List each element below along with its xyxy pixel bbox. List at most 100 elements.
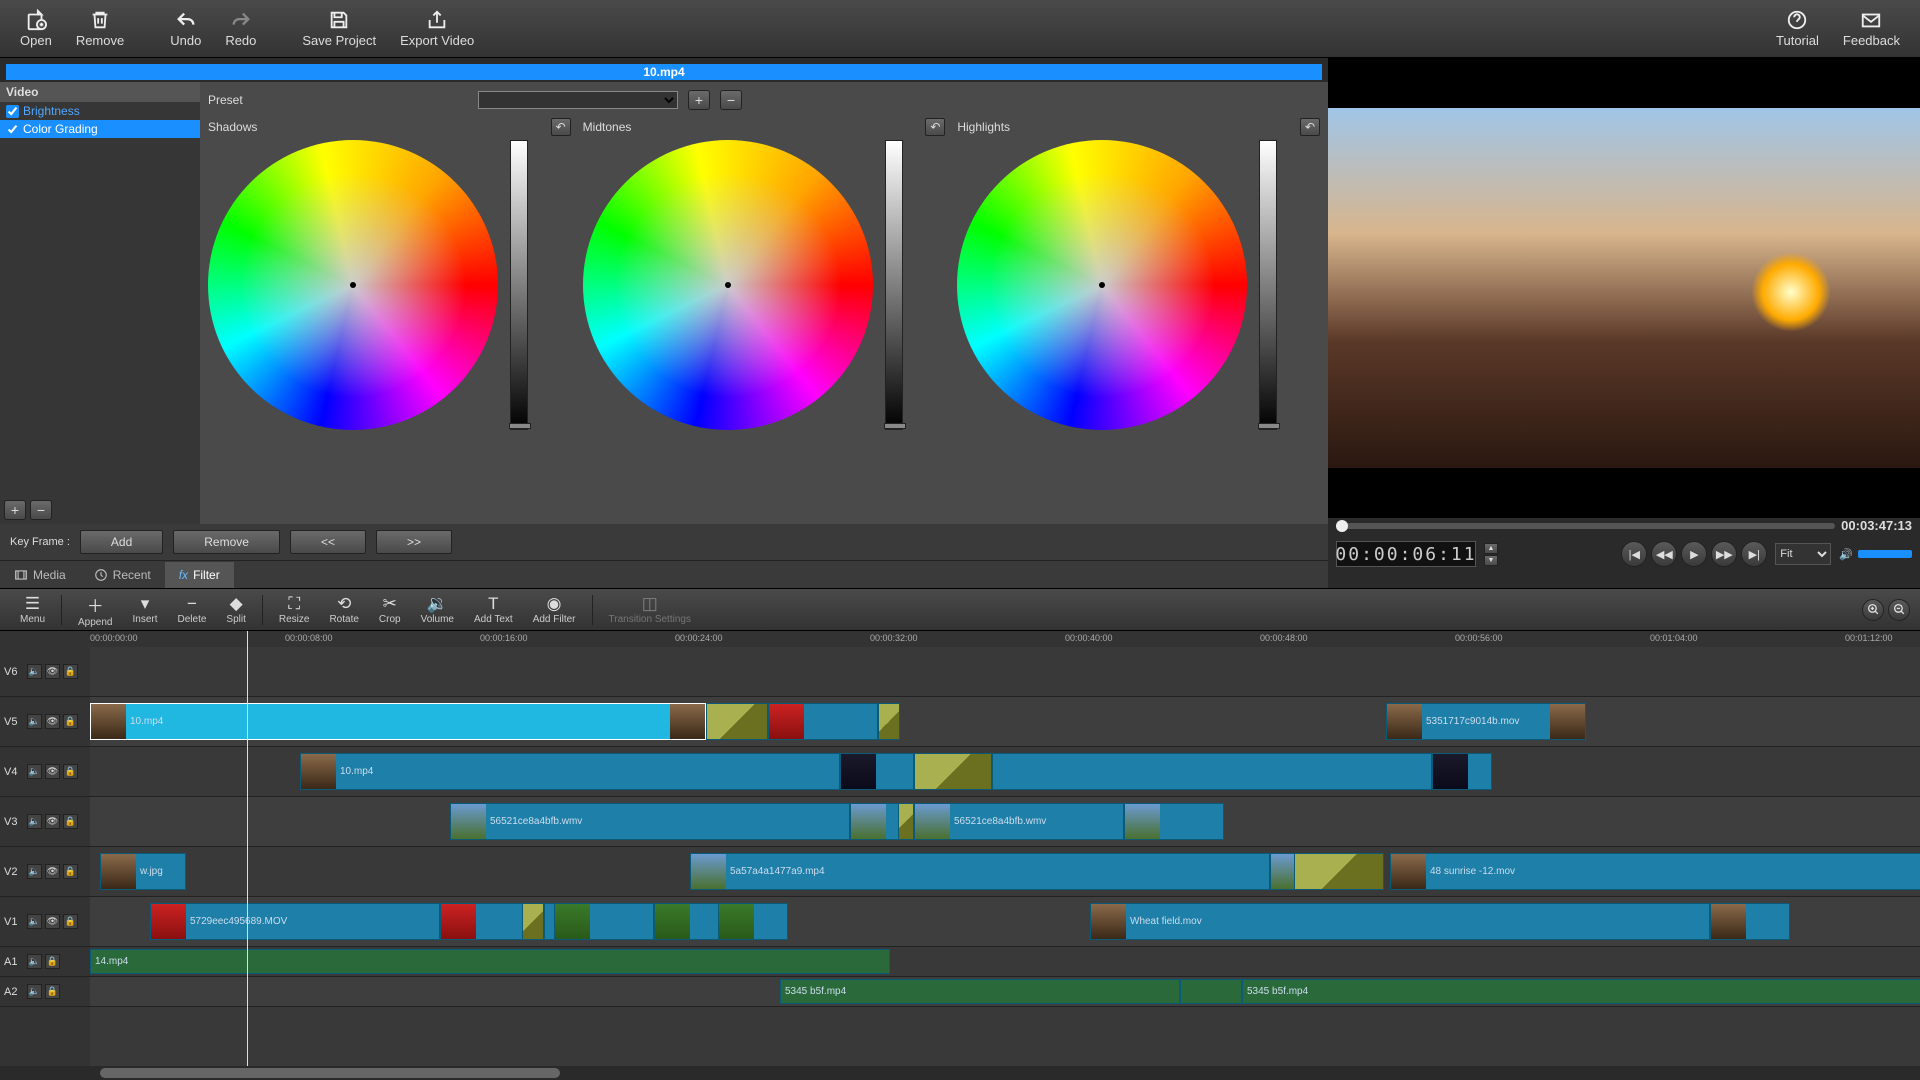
lock-icon[interactable]: 🔒 (63, 814, 78, 829)
add-effect-button[interactable]: + (4, 500, 26, 520)
eye-icon[interactable]: 👁 (45, 664, 60, 679)
track-a1[interactable]: 14.mp4 (90, 947, 1920, 977)
lock-icon[interactable]: 🔒 (63, 664, 78, 679)
midtones-wheel[interactable] (583, 140, 873, 430)
volume-button[interactable]: 🔉Volume (411, 592, 464, 627)
keyframe-remove-button[interactable]: Remove (173, 530, 280, 554)
undo-button[interactable]: Undo (162, 7, 209, 50)
track-v1[interactable]: 5729eec495689.MOV Wheat field.mov (90, 897, 1920, 947)
clip[interactable] (840, 753, 914, 790)
clip[interactable] (992, 753, 1432, 790)
clip[interactable]: 5a57a4a1477a9.mp4 (690, 853, 1270, 890)
mute-icon[interactable]: 🔈 (27, 864, 42, 879)
track-header-a2[interactable]: A2🔈🔒 (0, 977, 90, 1007)
clip[interactable]: 5345 b5f.mp4 (1242, 979, 1920, 1004)
eye-icon[interactable]: 👁 (45, 764, 60, 779)
clip[interactable]: 56521ce8a4bfb.wmv (450, 803, 850, 840)
clip[interactable] (522, 903, 544, 940)
timecode-up-button[interactable]: ▲ (1484, 543, 1498, 554)
clip[interactable] (718, 903, 788, 940)
clip[interactable] (1180, 979, 1242, 1004)
clip[interactable] (898, 803, 914, 840)
clip[interactable]: w.jpg (100, 853, 186, 890)
clip[interactable] (768, 703, 878, 740)
delete-button[interactable]: −Delete (168, 592, 217, 627)
tutorial-button[interactable]: Tutorial (1768, 7, 1827, 50)
preview-viewport[interactable] (1328, 108, 1920, 468)
goto-start-button[interactable]: |◀ (1621, 541, 1647, 567)
export-video-button[interactable]: Export Video (392, 7, 482, 50)
split-button[interactable]: ◆Split (216, 592, 255, 627)
preset-add-button[interactable]: + (688, 90, 710, 110)
lock-icon[interactable]: 🔒 (63, 914, 78, 929)
eye-icon[interactable]: 👁 (45, 914, 60, 929)
mute-icon[interactable]: 🔈 (27, 914, 42, 929)
clip[interactable]: 56521ce8a4bfb.wmv (914, 803, 1124, 840)
volume-icon[interactable]: 🔊 (1839, 548, 1853, 561)
sidebar-item-brightness[interactable]: Brightness (0, 102, 200, 120)
track-v5[interactable]: 10.mp45351717c9014b.mov (90, 697, 1920, 747)
clip[interactable]: 10.mp4 (300, 753, 840, 790)
timecode-down-button[interactable]: ▼ (1484, 555, 1498, 566)
track-v6[interactable] (90, 647, 1920, 697)
color-grading-checkbox[interactable] (6, 123, 19, 136)
clip[interactable]: 5729eec495689.MOV (150, 903, 440, 940)
clip[interactable] (554, 903, 654, 940)
track-header-v6[interactable]: V6🔈👁🔒 (0, 647, 90, 697)
tab-media[interactable]: Media (0, 562, 80, 588)
rotate-button[interactable]: ⟲Rotate (319, 592, 368, 627)
mute-icon[interactable]: 🔈 (27, 664, 42, 679)
redo-button[interactable]: Redo (217, 7, 264, 50)
eye-icon[interactable]: 👁 (45, 864, 60, 879)
remove-effect-button[interactable]: − (30, 500, 52, 520)
mute-icon[interactable]: 🔈 (27, 764, 42, 779)
track-v4[interactable]: 10.mp41.mov (90, 747, 1920, 797)
midtones-luminance-slider[interactable] (885, 140, 903, 430)
play-button[interactable]: ▶ (1681, 541, 1707, 567)
step-forward-button[interactable]: ▶▶ (1711, 541, 1737, 567)
clip[interactable]: Wheat field.mov (1090, 903, 1710, 940)
preset-select[interactable] (478, 91, 678, 109)
timeline-h-scrollbar[interactable] (0, 1066, 1920, 1080)
zoom-out-button[interactable] (1888, 599, 1910, 621)
track-a2[interactable]: 5345 b5f.mp4 5345 b5f.mp4 (90, 977, 1920, 1007)
clip[interactable] (1710, 903, 1790, 940)
clip[interactable] (1294, 853, 1384, 890)
clip[interactable]: 5345 b5f.mp4 (780, 979, 1180, 1004)
track-header-v4[interactable]: V4🔈👁🔒 (0, 747, 90, 797)
mute-icon[interactable]: 🔈 (27, 954, 42, 969)
lock-icon[interactable]: 🔒 (63, 864, 78, 879)
track-v3[interactable]: 56521ce8a4bfb.wmv 56521ce8a4bfb.wmv (90, 797, 1920, 847)
track-header-v5[interactable]: V5🔈👁🔒 (0, 697, 90, 747)
clip[interactable]: 5351717c9014b.mov (1386, 703, 1586, 740)
tab-recent[interactable]: Recent (80, 562, 165, 588)
mute-icon[interactable]: 🔈 (27, 714, 42, 729)
track-header-v2[interactable]: V2🔈👁🔒 (0, 847, 90, 897)
goto-end-button[interactable]: ▶| (1741, 541, 1767, 567)
timeline-menu-button[interactable]: ☰Menu (10, 592, 55, 627)
position-timecode[interactable]: 00:00:06:11 (1336, 541, 1476, 567)
highlights-wheel[interactable] (957, 140, 1247, 430)
open-button[interactable]: Open (12, 7, 60, 50)
shadows-luminance-slider[interactable] (510, 140, 528, 430)
scrub-bar[interactable] (1336, 523, 1835, 529)
sidebar-item-color-grading[interactable]: Color Grading (0, 120, 200, 138)
remove-button[interactable]: Remove (68, 7, 132, 50)
resize-button[interactable]: ⛶Resize (269, 592, 320, 627)
shadows-wheel[interactable] (208, 140, 498, 430)
tracks-area[interactable]: 00:00:00:0000:00:08:0000:00:16:0000:00:2… (90, 631, 1920, 1066)
lock-icon[interactable]: 🔒 (45, 984, 60, 999)
clip[interactable]: 48 sunrise -12.mov (1390, 853, 1920, 890)
highlights-luminance-slider[interactable] (1259, 140, 1277, 430)
track-header-a1[interactable]: A1🔈🔒 (0, 947, 90, 977)
mute-icon[interactable]: 🔈 (27, 984, 42, 999)
zoom-fit-select[interactable]: Fit (1775, 543, 1831, 565)
eye-icon[interactable]: 👁 (45, 814, 60, 829)
preset-remove-button[interactable]: − (720, 90, 742, 110)
track-header-v3[interactable]: V3🔈👁🔒 (0, 797, 90, 847)
feedback-button[interactable]: Feedback (1835, 7, 1908, 50)
clip[interactable] (878, 703, 900, 740)
add-filter-button[interactable]: ◉Add Filter (523, 592, 586, 627)
mute-icon[interactable]: 🔈 (27, 814, 42, 829)
save-project-button[interactable]: Save Project (294, 7, 384, 50)
